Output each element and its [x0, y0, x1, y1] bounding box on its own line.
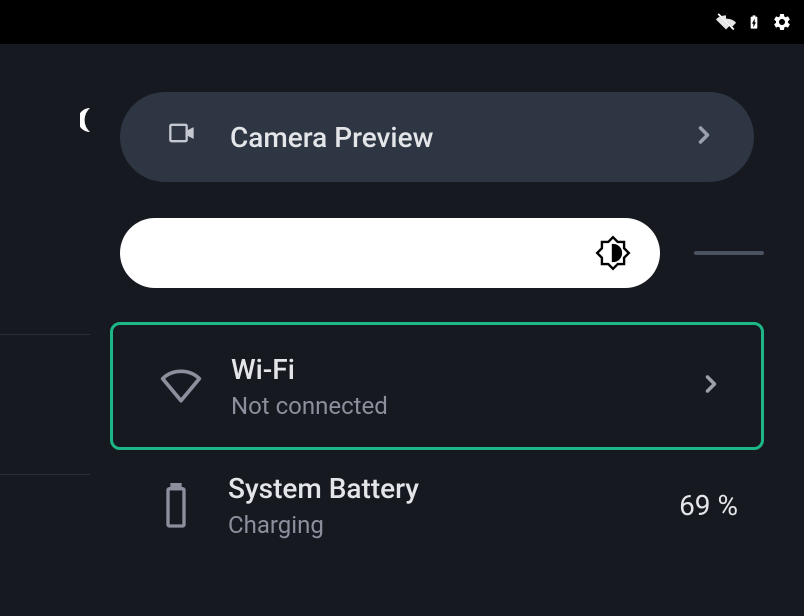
- wifi-icon: [159, 364, 203, 408]
- status-bar: [0, 0, 804, 44]
- wifi-row[interactable]: Wi-Fi Not connected: [110, 322, 764, 450]
- brightness-track[interactable]: [694, 251, 764, 255]
- settings-gear-icon[interactable]: [772, 12, 792, 32]
- wifi-subtitle: Not connected: [231, 392, 697, 420]
- wifi-title: Wi-Fi: [231, 353, 697, 386]
- battery-subtitle: Charging: [228, 511, 679, 539]
- brightness-icon: [594, 234, 632, 272]
- crescent-decoration: [80, 108, 90, 132]
- camera-icon: [164, 119, 200, 155]
- chevron-right-icon: [697, 370, 725, 402]
- camera-label: Camera Preview: [230, 121, 690, 154]
- battery-row[interactable]: System Battery Charging 69 %: [120, 472, 754, 539]
- battery-percent: 69 %: [679, 489, 738, 522]
- wifi-disabled-icon: [716, 12, 736, 32]
- battery-text-group: System Battery Charging: [228, 472, 679, 539]
- brightness-slider-row[interactable]: [120, 218, 754, 288]
- camera-preview-row[interactable]: Camera Preview: [120, 92, 754, 182]
- wifi-text-group: Wi-Fi Not connected: [231, 353, 697, 420]
- battery-icon: [160, 482, 200, 530]
- battery-title: System Battery: [228, 472, 679, 505]
- chevron-right-icon: [690, 121, 718, 153]
- brightness-pill[interactable]: [120, 218, 660, 288]
- battery-charging-icon: [744, 12, 764, 32]
